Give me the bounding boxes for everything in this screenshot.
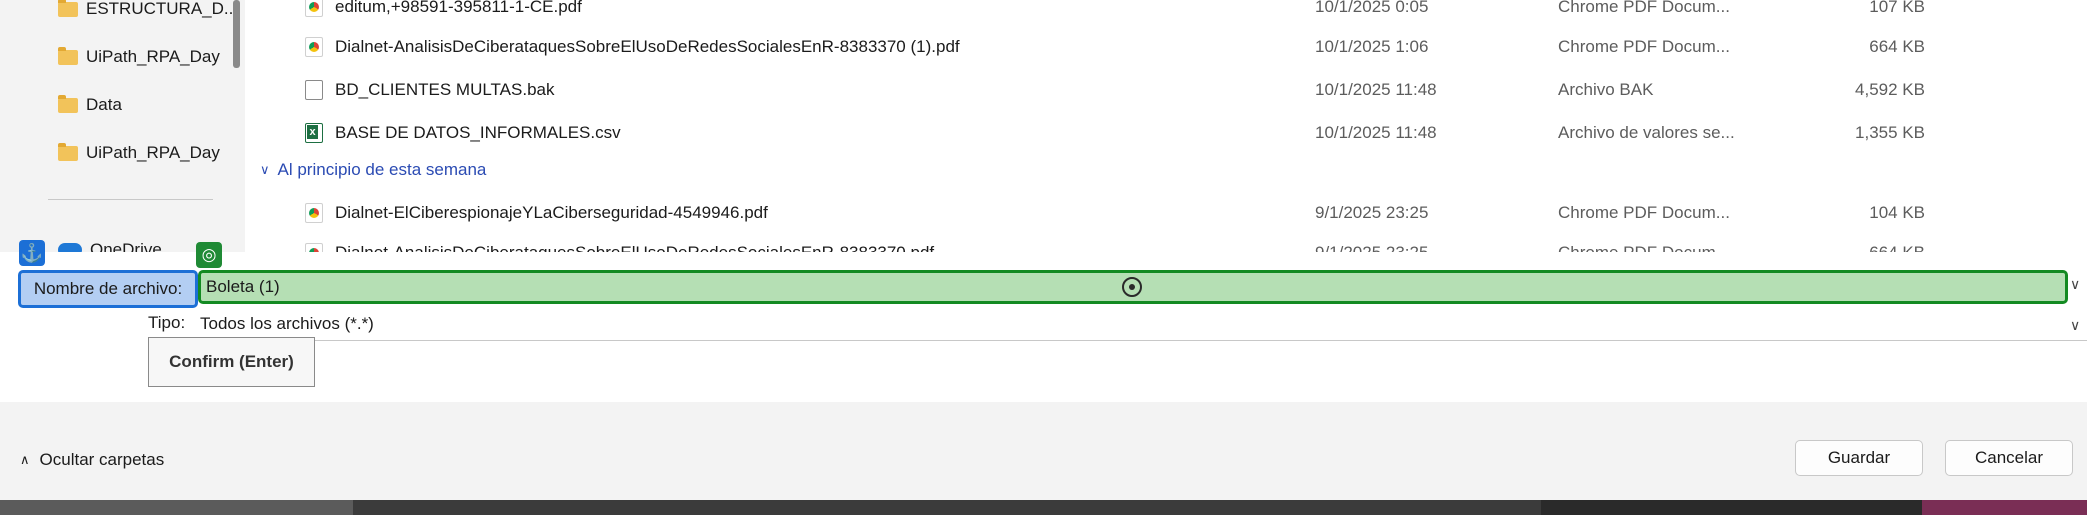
file-name-cell: Dialnet-AnalisisDeCiberataquesSobreElUso… [305,243,934,252]
folder-icon [58,94,78,113]
file-date: 9/1/2025 23:25 [1315,203,1429,222]
folder-icon [58,46,78,65]
nav-folder-item[interactable]: ESTRUCTURA_D... [58,0,238,24]
group-header[interactable]: ∨ Al principio de esta semana [260,160,486,180]
file-name-cell: Dialnet-AnalisisDeCiberataquesSobreElUso… [305,37,960,57]
nav-folder-item[interactable]: Data [58,90,122,120]
chevron-up-icon: ∧ [20,452,30,467]
file-name-cell: BASE DE DATOS_INFORMALES.csv [305,123,621,143]
file-size: 104 KB [1869,203,1925,222]
target-icon: ◎ [196,242,222,268]
file-row[interactable]: Dialnet-AnalisisDeCiberataquesSobreElUso… [245,233,2087,252]
file-name: editum,+98591-395811-1-CE.pdf [335,0,582,16]
nav-onedrive-item[interactable]: OneDrive [58,235,162,252]
taskbar-strip [0,500,2087,515]
chrome-pdf-icon [305,0,323,17]
nav-folder-label: UiPath_RPA_Day [86,47,220,66]
nav-folder-item[interactable]: UiPath_RPA_Day [58,138,220,168]
file-row[interactable]: editum,+98591-395811-1-CE.pdf 10/1/2025 … [245,0,2087,27]
toggle-folders-label: Ocultar carpetas [39,450,165,469]
file-row[interactable]: BD_CLIENTES MULTAS.bak 10/1/2025 11:48 A… [245,70,2087,110]
file-type: Chrome PDF Docum... [1558,203,1730,222]
nav-folder-label: UiPath_RPA_Day [86,143,220,162]
file-size: 664 KB [1805,243,1925,252]
file-type: Chrome PDF Docum... [1558,37,1730,56]
cancel-button[interactable]: Cancelar [1945,440,2073,476]
file-name: Dialnet-AnalisisDeCiberataquesSobreElUso… [335,37,960,56]
chevron-down-icon[interactable]: ∨ [2070,317,2080,334]
nav-onedrive-label: OneDrive [90,240,162,252]
type-label: Tipo: [148,313,186,332]
folder-icon [58,0,78,17]
chrome-pdf-icon [305,37,323,57]
nav-folder-label: ESTRUCTURA_D... [86,0,239,18]
chrome-pdf-icon [305,243,323,252]
onedrive-cloud-icon [58,243,82,252]
chrome-pdf-icon [305,203,323,223]
file-date: 10/1/2025 1:06 [1315,37,1429,56]
taskbar-segment [1922,500,2087,515]
blank-file-icon [305,80,323,100]
file-size: 107 KB [1869,0,1925,16]
file-date: 9/1/2025 23:25 [1315,243,1428,252]
file-size: 4,592 KB [1855,80,1925,99]
confirm-tooltip: Confirm (Enter) [148,337,315,387]
folder-icon [58,142,78,161]
file-date: 10/1/2025 11:48 [1315,123,1437,142]
file-type: Chrome PDF Docum... [1558,243,1730,252]
file-date: 10/1/2025 0:05 [1315,0,1429,16]
taskbar-segment [0,500,353,515]
save-file-dialog: ESTRUCTURA_D... UiPath_RPA_Day Data UiPa… [0,0,2087,515]
file-name: Dialnet-AnalisisDeCiberataquesSobreElUso… [335,243,934,252]
file-name: BASE DE DATOS_INFORMALES.csv [335,123,621,142]
file-list: editum,+98591-395811-1-CE.pdf 10/1/2025 … [245,0,2087,252]
nav-scrollbar[interactable] [233,0,240,68]
file-type: Chrome PDF Docum... [1558,0,1730,16]
filename-label: Nombre de archivo: [18,270,198,308]
file-name: Dialnet-ElCiberespionajeYLaCibersegurida… [335,203,768,222]
file-size: 1,355 KB [1855,123,1925,142]
file-name-cell: BD_CLIENTES MULTAS.bak [305,80,555,100]
footer-band [0,402,2087,506]
file-name-cell: editum,+98591-395811-1-CE.pdf [305,0,582,17]
target-crosshair-icon [1122,277,1142,297]
taskbar-segment [353,500,1541,515]
chevron-down-icon[interactable]: ∨ [2070,276,2080,293]
toggle-folders-button[interactable]: ∧ Ocultar carpetas [20,450,164,470]
chevron-down-icon: ∨ [260,162,270,177]
nav-divider [48,199,213,200]
nav-folder-item[interactable]: UiPath_RPA_Day [58,42,220,72]
group-header-label: Al principio de esta semana [277,160,487,179]
save-button[interactable]: Guardar [1795,440,1923,476]
file-name-cell: Dialnet-ElCiberespionajeYLaCibersegurida… [305,203,768,223]
file-row[interactable]: Dialnet-AnalisisDeCiberataquesSobreElUso… [245,27,2087,67]
file-name: BD_CLIENTES MULTAS.bak [335,80,555,99]
file-date: 10/1/2025 11:48 [1315,80,1437,99]
file-row[interactable]: Dialnet-ElCiberespionajeYLaCibersegurida… [245,193,2087,233]
excel-file-icon [305,123,323,143]
navigation-pane: ESTRUCTURA_D... UiPath_RPA_Day Data UiPa… [8,0,248,252]
file-type: Archivo de valores se... [1558,123,1735,142]
type-select[interactable]: Todos los archivos (*.*) [196,309,2087,341]
file-size: 664 KB [1869,37,1925,56]
anchor-icon: ⚓ [19,240,45,266]
file-row[interactable]: BASE DE DATOS_INFORMALES.csv 10/1/2025 1… [245,113,2087,153]
file-type: Archivo BAK [1558,80,1654,99]
nav-folder-label: Data [86,95,122,114]
